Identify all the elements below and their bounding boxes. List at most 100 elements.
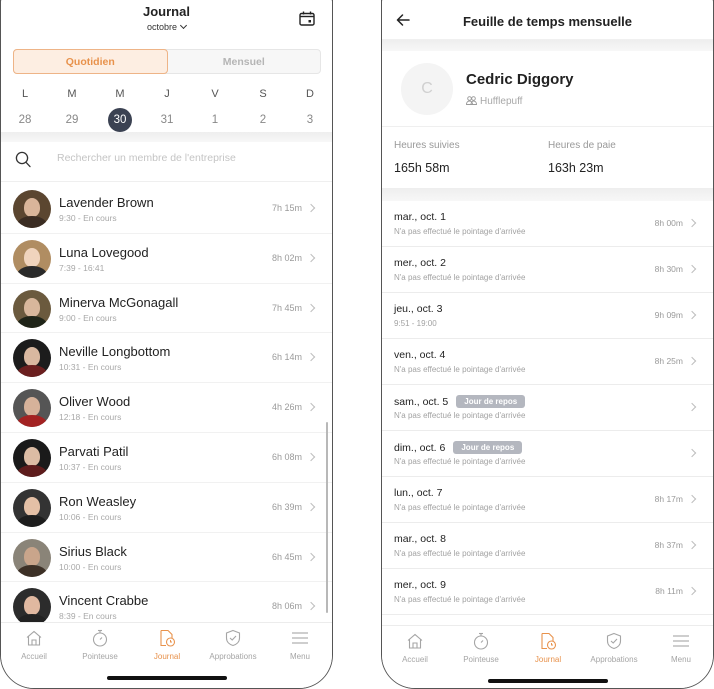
list-item[interactable]: mar., oct. 1 N'a pas effectué le pointag…: [382, 201, 713, 247]
month-selector[interactable]: octobre: [1, 21, 332, 32]
list-item[interactable]: Sirius Black 10:00 - En cours 6h 45m: [1, 533, 332, 583]
stat-label: Heures de paie: [548, 140, 616, 151]
list-item[interactable]: mar., oct. 8 N'a pas effectué le pointag…: [382, 523, 713, 569]
stopwatch-icon: [92, 629, 108, 647]
tab-approbations[interactable]: Approbations: [582, 632, 646, 664]
tab-bar: Accueil Pointeuse Journal Approbations M…: [382, 625, 713, 688]
day-status: N'a pas effectué le pointage d'arrivée: [394, 503, 526, 512]
day-date: jeu., oct. 3: [394, 303, 442, 315]
member-duration: 6h 45m: [271, 551, 302, 562]
tab-label: Menu: [289, 652, 310, 661]
tab-label: Pointeuse: [82, 652, 118, 661]
tab-accueil[interactable]: Accueil: [2, 629, 66, 661]
calendar-icon[interactable]: [299, 11, 315, 26]
home-indicator: [106, 676, 227, 680]
journal-icon: [541, 632, 557, 650]
avatar: [13, 289, 51, 328]
list-item[interactable]: Oliver Wood 12:18 - En cours 4h 26m: [1, 383, 332, 433]
member-status: 12:18 - En cours: [59, 412, 122, 423]
chevron-right-icon: [687, 494, 697, 504]
day-item[interactable]: V1: [201, 86, 229, 132]
list-item[interactable]: ven., oct. 4 N'a pas effectué le pointag…: [382, 339, 713, 385]
day-letter: M: [115, 88, 125, 100]
chevron-right-icon: [687, 218, 697, 228]
tab-quotidien[interactable]: Quotidien: [13, 49, 168, 74]
day-item[interactable]: L 28: [11, 86, 39, 132]
day-duration: 8h 00m: [654, 218, 683, 228]
day-status: 9:51 - 19:00: [394, 319, 437, 328]
tab-mensuel[interactable]: Mensuel: [168, 50, 321, 73]
member-status: 9:30 - En cours: [59, 213, 117, 223]
day-letter: V: [211, 88, 219, 100]
avatar: [13, 339, 51, 378]
day-number: 1: [211, 114, 219, 126]
day-item[interactable]: D3: [296, 86, 324, 132]
list-item[interactable]: Lavender Brown 9:30 - En cours 7h 15m: [1, 184, 332, 234]
day-duration: 9h 09m: [654, 310, 683, 320]
day-item[interactable]: J 31: [153, 86, 181, 132]
tab-journal[interactable]: Journal: [516, 632, 580, 664]
avatar: [13, 488, 51, 527]
day-status: N'a pas effectué le pointage d'arrivée: [394, 595, 526, 604]
chevron-right-icon: [687, 356, 697, 366]
avatar: [13, 538, 51, 577]
stopwatch-icon: [473, 632, 489, 650]
tab-journal[interactable]: Journal: [135, 629, 199, 661]
shield-check-icon: [225, 629, 241, 647]
list-item[interactable]: mer., oct. 2 N'a pas effectué le pointag…: [382, 247, 713, 293]
list-item[interactable]: mer., oct. 9 N'a pas effectué le pointag…: [382, 569, 713, 615]
tab-menu[interactable]: Menu: [649, 632, 713, 664]
list-item[interactable]: Minerva McGonagall 9:00 - En cours 7h 45…: [1, 284, 332, 334]
list-item[interactable]: jeu., oct. 3 9:51 - 19:00 9h 09m: [382, 293, 713, 339]
day-date: dim., oct. 6 Jour de repos: [394, 441, 523, 454]
member-duration: 7h 45m: [271, 302, 302, 313]
search-input[interactable]: [57, 152, 317, 164]
tab-accueil[interactable]: Accueil: [383, 632, 447, 664]
tab-pointeuse[interactable]: Pointeuse: [68, 629, 132, 661]
day-status: N'a pas effectué le pointage d'arrivée: [394, 365, 526, 374]
list-item[interactable]: Ron Weasley 10:06 - En cours 6h 39m: [1, 483, 332, 533]
day-duration: 8h 30m: [654, 264, 683, 274]
employee-team: Hufflepuff: [466, 96, 522, 107]
day-item[interactable]: S2: [249, 86, 277, 132]
member-duration: 8h 02m: [271, 252, 302, 263]
day-item[interactable]: M 29: [58, 86, 86, 132]
tab-menu[interactable]: Menu: [268, 629, 332, 661]
stat-label: Heures suivies: [394, 140, 460, 151]
avatar: C: [401, 63, 453, 115]
week-strip: L 28 M 29 M 30 J 31 V1 S2 D3: [1, 86, 332, 132]
chevron-right-icon: [306, 452, 316, 462]
chevron-right-icon: [306, 602, 316, 611]
day-date: mer., oct. 9: [394, 579, 446, 591]
list-item[interactable]: lun., oct. 7 N'a pas effectué le pointag…: [382, 477, 713, 523]
date-label: ven., oct. 4: [394, 349, 446, 361]
chevron-right-icon: [306, 502, 316, 512]
tab-label: Menu: [670, 655, 691, 664]
member-duration: 8h 06m: [271, 601, 302, 612]
page-title: Journal: [143, 4, 190, 19]
day-list: mar., oct. 1 N'a pas effectué le pointag…: [382, 201, 713, 615]
day-duration: 8h 25m: [654, 356, 683, 366]
member-status: 10:37 - En cours: [59, 461, 122, 472]
list-item[interactable]: Parvati Patil 10:37 - En cours 6h 08m: [1, 433, 332, 483]
list-item[interactable]: sam., oct. 5 Jour de repos N'a pas effect…: [382, 385, 713, 431]
day-item-selected[interactable]: M 30: [106, 86, 134, 132]
member-name: Ron Weasley: [59, 493, 137, 509]
list-item[interactable]: dim., oct. 6 Jour de repos N'a pas effect…: [382, 431, 713, 477]
scrollbar[interactable]: [325, 422, 328, 613]
stat-value: 165h 58m: [394, 161, 450, 175]
day-duration: 8h 37m: [654, 540, 683, 550]
list-item[interactable]: Neville Longbottom 10:31 - En cours 6h 1…: [1, 333, 332, 384]
date-label: dim., oct. 6: [394, 442, 446, 454]
date-label: lun., oct. 7: [394, 487, 443, 499]
avatar: [13, 588, 51, 627]
chevron-right-icon: [687, 402, 697, 412]
list-item[interactable]: Luna Lovegood 7:39 - 16:41 8h 02m: [1, 234, 332, 284]
member-name: Parvati Patil: [59, 443, 129, 459]
tab-label: Pointeuse: [463, 655, 499, 664]
day-status: N'a pas effectué le pointage d'arrivée: [394, 227, 526, 236]
tab-approbations[interactable]: Approbations: [201, 629, 265, 661]
tab-pointeuse[interactable]: Pointeuse: [449, 632, 513, 664]
member-name: Neville Longbottom: [59, 344, 171, 360]
member-list: Lavender Brown 9:30 - En cours 7h 15m Lu…: [1, 184, 332, 633]
